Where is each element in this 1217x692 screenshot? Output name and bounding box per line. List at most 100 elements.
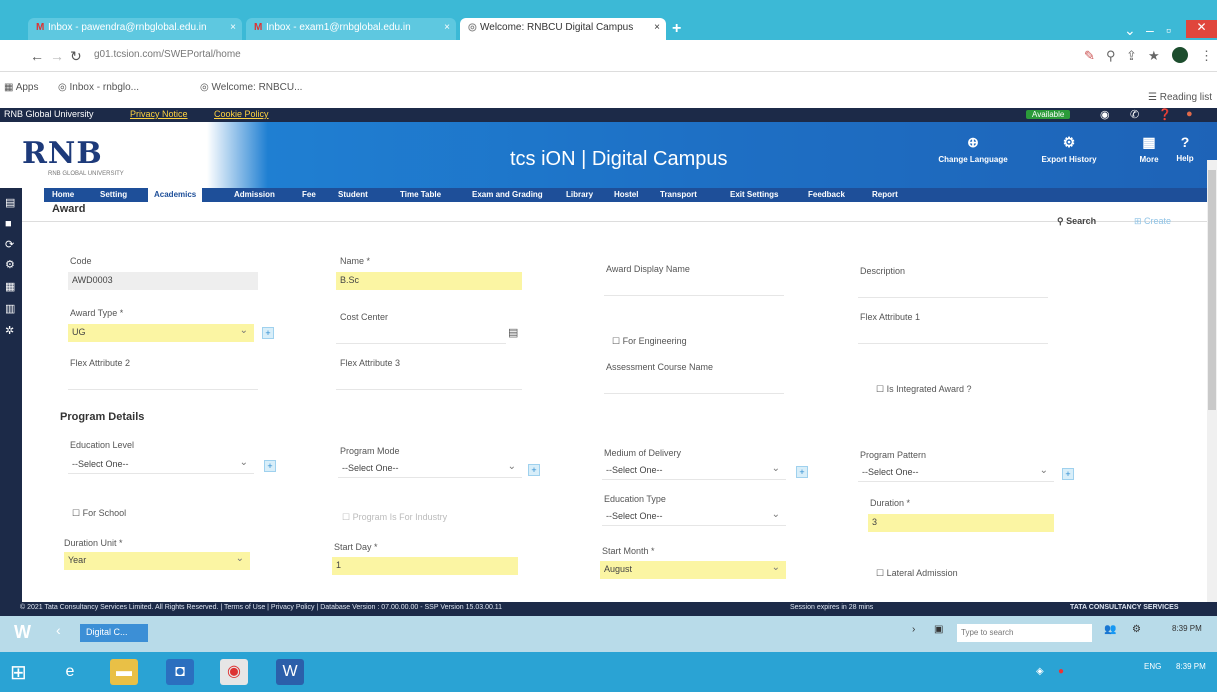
program-pattern-select[interactable]: --Select One-- [858,464,1054,482]
search-icon[interactable]: ⚲ [1106,48,1116,64]
assessment-course-name-field[interactable] [604,376,784,394]
scrollbar-thumb[interactable] [1208,170,1216,410]
chevron-right-icon[interactable]: › [912,624,915,635]
calendar-icon[interactable]: ▦ [5,280,15,293]
flex-attribute-1-field[interactable] [858,326,1048,344]
chrome-icon[interactable]: ◉ [220,659,248,685]
new-tab-button[interactable]: + [672,20,681,38]
award-type-select[interactable]: UG [68,324,254,342]
export-history-button[interactable]: ⚙ Export History [1034,134,1104,164]
nav-admission[interactable]: Admission [234,190,275,199]
flex-attribute-2-field[interactable] [68,372,258,390]
file-explorer-icon[interactable]: ▬ [110,659,138,685]
code-field[interactable]: AWD0003 [68,272,258,290]
bookmark-welcome[interactable]: ◎ Welcome: RNBCU... [200,82,302,93]
nav-report[interactable]: Report [872,190,898,199]
add-program-mode-button[interactable]: + [528,464,540,476]
for-school-checkbox[interactable]: ☐ For School [72,508,126,519]
settings-icon[interactable]: ⚙ [5,258,15,271]
add-education-level-button[interactable]: + [264,460,276,472]
avatar[interactable] [1172,47,1188,63]
nav-fee[interactable]: Fee [302,190,316,199]
duration-field[interactable]: 3 [868,514,1054,532]
nav-setting[interactable]: Setting [100,190,127,199]
settings-icon[interactable]: ⚙ [1132,624,1141,635]
camera-icon[interactable]: ◉ [1100,108,1110,121]
url-input[interactable]: g01.tcsion.com/SWEPortal/home [94,49,241,60]
program-for-industry-checkbox[interactable]: ☐ Program Is For Industry [342,512,447,523]
nav-home[interactable]: Home [52,190,74,199]
close-icon[interactable]: × [230,22,236,33]
bookmark-inbox[interactable]: ◎ Inbox - rnbglo... [58,82,139,93]
more-button[interactable]: ▦ More [1134,134,1164,164]
key-icon[interactable]: ✎ [1084,48,1095,64]
word-icon[interactable]: W [276,659,304,685]
nav-library[interactable]: Library [566,190,593,199]
nav-exit-settings[interactable]: Exit Settings [730,190,778,199]
edge-icon[interactable]: e [56,659,84,685]
taskbar-task-digital-campus[interactable]: Digital C... [80,624,148,642]
dashboard-icon[interactable]: ▤ [5,196,15,209]
help-button[interactable]: ? Help [1170,134,1200,163]
taskbar-search-input[interactable]: Type to search [957,624,1092,642]
language-indicator[interactable]: ENG [1144,662,1161,672]
windows-start-icon[interactable]: ⊞ [10,660,27,685]
medium-of-delivery-select[interactable]: --Select One-- [602,462,786,480]
share-icon[interactable]: ⇪ [1126,48,1137,64]
reading-list[interactable]: ☰ Reading list [1148,92,1212,103]
description-field[interactable] [858,280,1048,298]
add-program-pattern-button[interactable]: + [1062,468,1074,480]
star-icon[interactable]: ★ [1148,48,1160,64]
task-view-icon[interactable]: ▣ [934,624,943,635]
nav-academics[interactable]: Academics [148,188,203,202]
privacy-notice-link[interactable]: Privacy Notice [130,109,188,119]
browser-tab-3[interactable]: ◎ Welcome: RNBCU Digital Campus × [460,18,666,40]
system-clock[interactable]: 8:39 PM [1176,662,1206,672]
nav-exam-grading[interactable]: Exam and Grading [472,190,543,199]
bookmark-apps[interactable]: ▦ Apps [4,82,38,93]
nav-transport[interactable]: Transport [660,190,697,199]
phone-icon[interactable]: ✆ [1130,108,1139,121]
add-medium-button[interactable]: + [796,466,808,478]
outlook-icon[interactable]: ◘ [166,659,194,685]
integrated-award-checkbox[interactable]: ☐ Is Integrated Award ? [876,384,971,395]
chevron-down-icon[interactable]: ⌄ [1124,22,1136,39]
search-button[interactable]: ⚲ Search [1057,216,1096,227]
education-level-select[interactable]: --Select One-- [68,456,254,474]
browser-tab-1[interactable]: M Inbox - pawendra@rnbglobal.edu.in × [28,18,242,40]
window-close-button[interactable]: ✕ [1186,20,1217,38]
chat-icon[interactable]: ● [1186,108,1193,120]
lookup-icon[interactable]: ▤ [508,326,518,339]
people-icon[interactable]: 👥 [1104,624,1116,635]
nav-hostel[interactable]: Hostel [614,190,638,199]
menu-icon[interactable]: ⋮ [1200,48,1213,64]
nav-student[interactable]: Student [338,190,368,199]
cookie-policy-link[interactable]: Cookie Policy [214,109,269,119]
nav-feedback[interactable]: Feedback [808,190,845,199]
add-award-type-button[interactable]: + [262,327,274,339]
education-type-select[interactable]: --Select One-- [602,508,786,526]
start-day-field[interactable]: 1 [332,557,518,575]
minimize-icon[interactable]: – [1146,22,1154,38]
tools-icon[interactable]: ✲ [5,324,14,337]
award-display-name-field[interactable] [604,278,784,296]
start-month-select[interactable]: August [600,561,786,579]
program-mode-select[interactable]: --Select One-- [338,460,522,478]
report-icon[interactable]: ▥ [5,302,15,315]
reload-icon[interactable]: ↻ [70,48,82,65]
nav-time-table[interactable]: Time Table [400,190,441,199]
browser-tab-2[interactable]: M Inbox - exam1@rnbglobal.edu.in × [246,18,456,40]
forward-icon[interactable]: → [50,48,64,64]
refresh-icon[interactable]: ⟳ [5,238,14,251]
antivirus-icon[interactable]: ● [1058,666,1064,677]
name-field[interactable]: B.Sc [336,272,522,290]
back-icon[interactable]: ← [30,48,44,64]
for-engineering-checkbox[interactable]: ☐ For Engineering [612,336,687,347]
chevron-left-icon[interactable]: ‹ [56,622,61,638]
duration-unit-select[interactable]: Year [64,552,250,570]
cost-center-field[interactable] [336,326,506,344]
status-badge[interactable]: Available [1026,110,1071,119]
close-icon[interactable]: × [654,22,660,33]
network-icon[interactable]: ◈ [1036,666,1044,677]
create-button[interactable]: ⊞ Create [1134,216,1171,227]
